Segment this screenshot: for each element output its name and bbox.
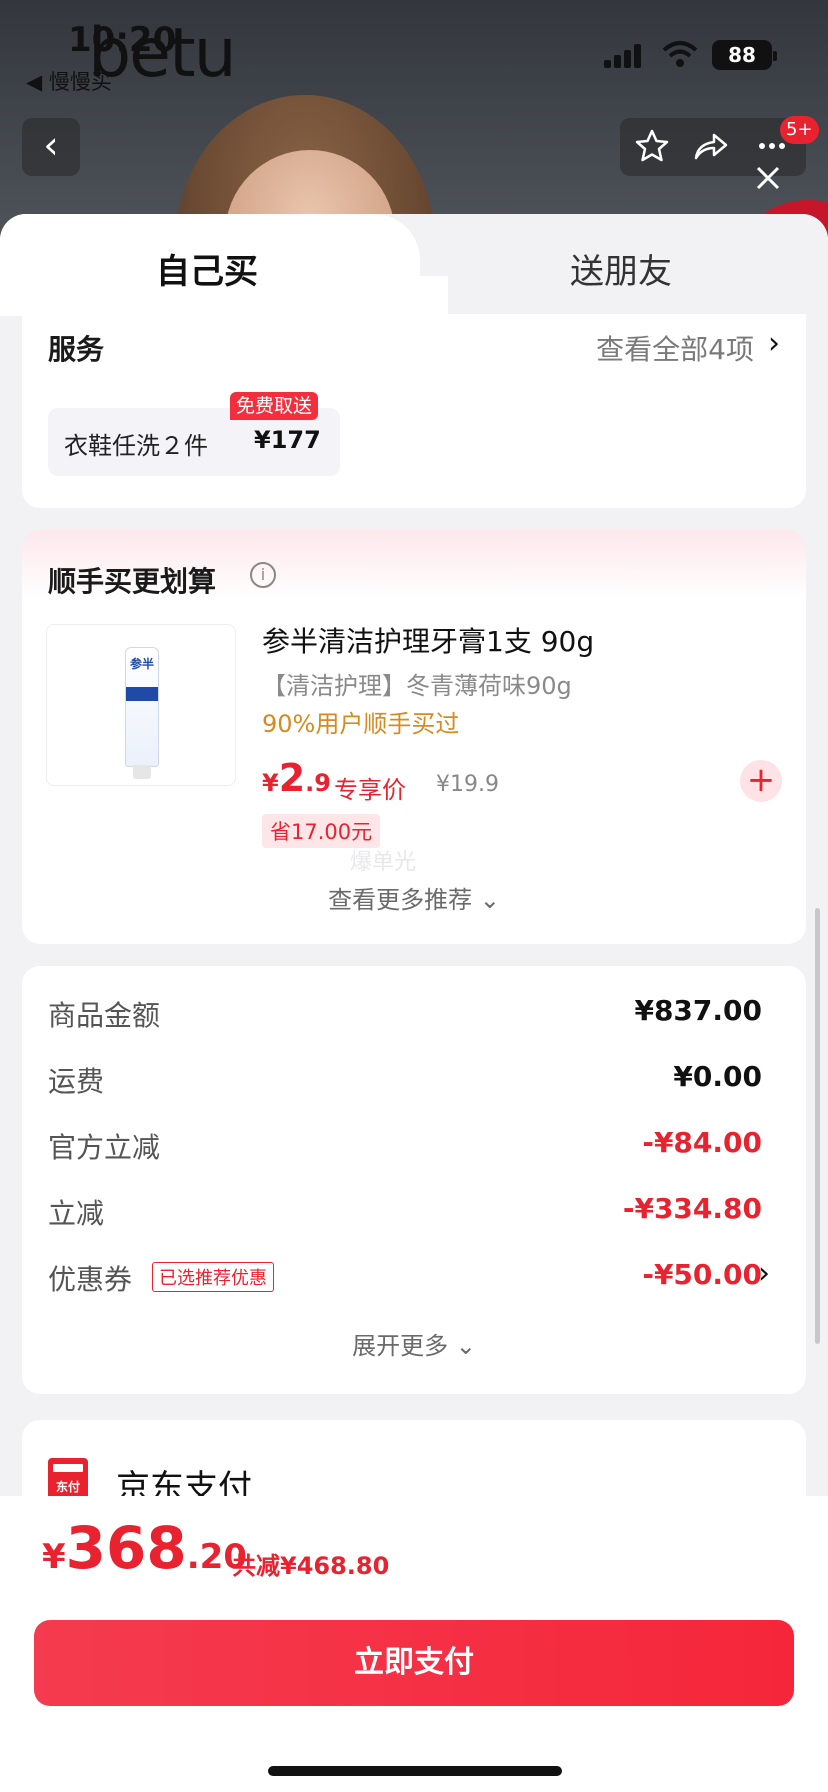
share-icon[interactable] — [690, 126, 730, 166]
tab-gift[interactable]: 送朋友 — [570, 244, 672, 293]
product-image[interactable]: 参半 — [46, 624, 236, 786]
services-card: 服务 查看全部4项 › 衣鞋任洗２件 ¥177 — [22, 314, 806, 508]
product-price: ¥2.9 — [262, 756, 331, 800]
free-pickup-badge: 免费取送 — [230, 392, 319, 420]
add-to-order-button[interactable]: + — [740, 760, 782, 802]
purchase-tabs: 自己买 送朋友 — [0, 214, 828, 316]
watermark-text: 爆单光 — [350, 850, 417, 875]
summary-row: 商品金额 ¥837.00 — [48, 994, 762, 1034]
status-time: 10:20 — [68, 20, 177, 60]
total-saved: 共减¥468.80 — [232, 1552, 390, 1580]
product-spec: 【清洁护理】冬青薄荷味90g — [262, 672, 572, 700]
savings-tag: 省17.00元 — [262, 814, 381, 848]
chevron-right-icon[interactable]: › — [768, 326, 780, 361]
star-icon[interactable] — [632, 126, 672, 166]
summary-value: ¥0.00 — [673, 1060, 762, 1093]
wifi-icon — [662, 41, 698, 67]
summary-label: 商品金额 — [48, 999, 161, 1032]
recommend-card: 顺手买更划算 i 参半 参半清洁护理牙膏1支 90g 【清洁护理】冬青薄荷味90… — [22, 530, 806, 944]
tab-self[interactable]: 自己买 — [156, 244, 258, 293]
battery-indicator: 88 — [712, 40, 777, 70]
more-recommendations-link[interactable]: 查看更多推荐 ⌄ — [22, 880, 806, 915]
pay-now-button[interactable]: 立即支付 — [34, 1620, 794, 1706]
summary-label: 运费 — [48, 1065, 105, 1098]
signal-icon — [604, 44, 644, 68]
summary-value: -¥84.00 — [642, 1126, 762, 1159]
back-to-app-link[interactable]: ◀ 慢慢买 — [26, 66, 112, 96]
summary-row: 立减 -¥334.80 — [48, 1192, 762, 1232]
product-logo: 参半 — [129, 657, 154, 671]
summary-label: 官方立减 — [48, 1131, 161, 1164]
original-price: ¥19.9 — [436, 772, 499, 797]
service-item-price: ¥177 — [254, 426, 321, 454]
summary-row: 运费 ¥0.00 — [48, 1060, 762, 1100]
price-summary-card: 商品金额 ¥837.00 运费 ¥0.00 官方立减 -¥84.00 立减 -¥… — [22, 966, 806, 1394]
exclusive-price-tag: 专享价 — [334, 776, 406, 804]
summary-value: -¥50.00 — [642, 1258, 762, 1291]
services-title: 服务 — [48, 333, 105, 366]
summary-row: 官方立减 -¥84.00 — [48, 1126, 762, 1166]
close-icon[interactable] — [752, 162, 784, 194]
summary-value: ¥837.00 — [634, 994, 762, 1027]
total-price: ¥368.20 — [42, 1514, 247, 1582]
expand-more-link[interactable]: 展开更多 ⌄ — [22, 1326, 806, 1361]
service-item-name: 衣鞋任洗２件 — [64, 432, 208, 460]
scrollbar[interactable] — [815, 908, 820, 1344]
status-bar: betu 10:20 ◀ 慢慢买 88 — [0, 0, 828, 94]
recommend-title: 顺手买更划算 — [48, 565, 217, 598]
home-indicator[interactable] — [268, 1766, 562, 1776]
summary-label: 立减 — [48, 1197, 105, 1230]
back-button[interactable]: ‹ — [22, 118, 80, 176]
summary-label: 优惠券 — [48, 1263, 133, 1296]
summary-value: -¥334.80 — [622, 1192, 762, 1225]
message-badge: 5+ — [780, 116, 819, 144]
checkout-bar: ¥368.20 共减¥468.80 立即支付 — [0, 1496, 828, 1792]
coupon-tag: 已选推荐优惠 — [152, 1262, 274, 1292]
info-icon[interactable]: i — [250, 562, 276, 588]
product-name[interactable]: 参半清洁护理牙膏1支 90g — [262, 620, 594, 660]
chevron-right-icon[interactable]: › — [758, 1256, 770, 1291]
services-view-all[interactable]: 查看全部4项 — [596, 328, 754, 368]
product-purchase-rate: 90%用户顺手买过 — [262, 710, 460, 738]
coupon-row[interactable]: 优惠券 已选推荐优惠 -¥50.00 — [48, 1258, 762, 1298]
